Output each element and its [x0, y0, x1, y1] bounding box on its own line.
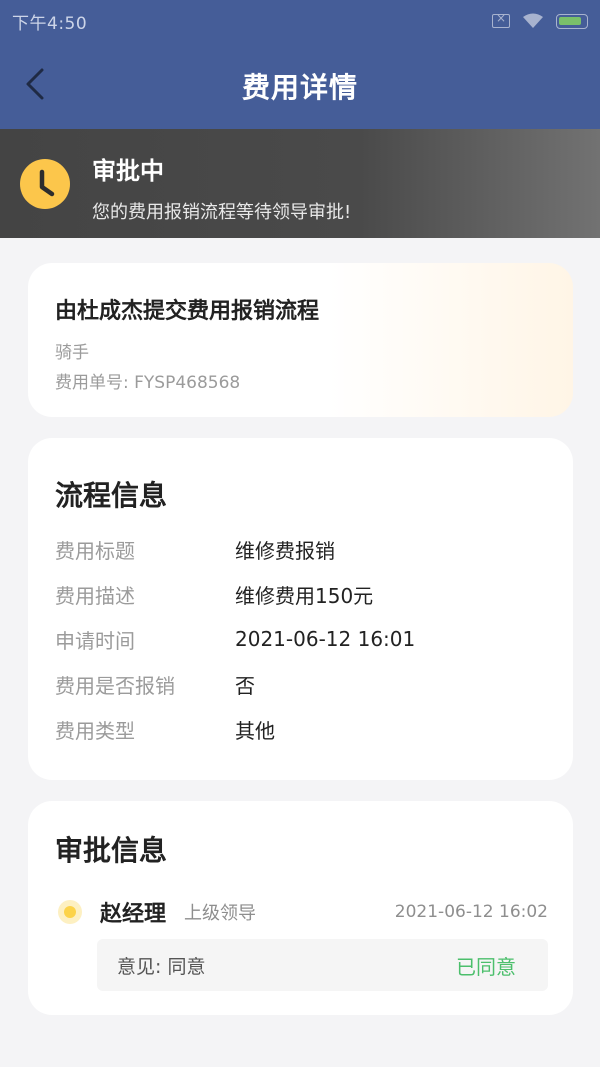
expense-number-value: FYSP468568 [134, 373, 241, 393]
info-label: 申请时间 [55, 628, 135, 653]
approver-name: 赵经理 [100, 902, 167, 927]
status-banner: 审批中 您的费用报销流程等待领导审批! [0, 129, 600, 238]
approval-status: 已同意 [456, 954, 516, 979]
info-label: 费用标题 [55, 538, 135, 563]
info-value: 维修费报销 [235, 538, 335, 563]
back-icon [26, 68, 44, 100]
sim-icon [492, 11, 510, 28]
status-time: 下午4:50 [12, 13, 88, 34]
info-row: 费用标题 维修费报销 [55, 534, 545, 564]
process-info-card: 流程信息 费用标题 维修费报销 费用描述 维修费用150元 申请时间 2021-… [28, 438, 573, 780]
wifi-icon [522, 13, 544, 29]
dot-icon [58, 900, 82, 924]
banner-text: 审批中 您的费用报销流程等待领导审批! [92, 151, 351, 224]
battery-icon [556, 13, 588, 29]
page-title: 费用详情 [241, 70, 358, 104]
back-button[interactable] [14, 62, 58, 106]
info-row: 费用描述 维修费用150元 [55, 579, 545, 609]
info-label: 费用类型 [55, 718, 135, 743]
approver-row: 赵经理 上级领导 2021-06-12 16:02 [58, 894, 548, 930]
summary-title: 由杜成杰提交费用报销流程 [55, 299, 320, 324]
info-value: 维修费用150元 [235, 583, 374, 608]
info-row: 申请时间 2021-06-12 16:01 [55, 624, 545, 654]
info-label: 费用描述 [55, 583, 135, 608]
banner-subtitle: 您的费用报销流程等待领导审批! [92, 202, 352, 223]
process-section-title: 流程信息 [55, 479, 168, 512]
info-value: 2021-06-12 16:01 [235, 627, 416, 651]
clock-icon [20, 159, 70, 209]
info-value: 否 [235, 673, 255, 698]
approver-role: 上级领导 [184, 903, 257, 924]
nav-bar: 费用详情 [0, 42, 600, 129]
info-value: 其他 [235, 718, 275, 743]
banner-title: 审批中 [92, 157, 164, 185]
info-row: 费用是否报销 否 [55, 669, 545, 699]
approval-section-title: 审批信息 [55, 834, 168, 867]
status-icons [492, 11, 588, 29]
info-label: 费用是否报销 [55, 673, 175, 698]
info-row: 费用类型 其他 [55, 714, 545, 744]
approval-time: 2021-06-12 16:02 [394, 902, 548, 922]
approval-info-card: 审批信息 赵经理 上级领导 2021-06-12 16:02 意见: 同意 已同… [28, 801, 573, 1015]
opinion-text: 意见: 同意 [117, 955, 206, 978]
expense-number-label: 费用单号: [55, 373, 135, 393]
opinion-box: 意见: 同意 已同意 [97, 939, 548, 991]
expense-number: 费用单号: FYSP468568 [55, 368, 240, 393]
submitter-role: 骑手 [55, 343, 89, 363]
summary-card: 由杜成杰提交费用报销流程 骑手 费用单号: FYSP468568 [28, 263, 573, 417]
app-header: 下午4:50 费用详情 [0, 0, 600, 129]
status-bar: 下午4:50 [0, 0, 600, 42]
